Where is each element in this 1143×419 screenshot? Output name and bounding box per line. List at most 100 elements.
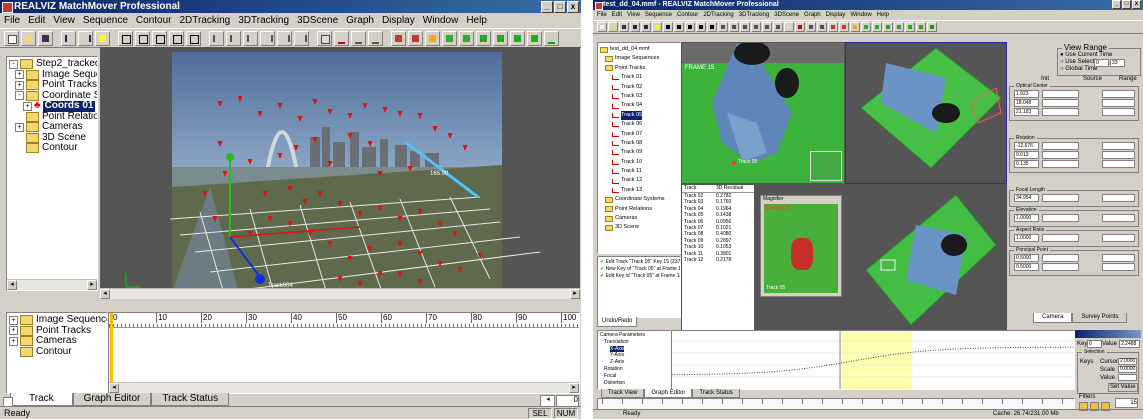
tree-item-cameras[interactable]: + Cameras <box>9 121 95 133</box>
tab-track-status[interactable]: Track Status <box>692 389 740 398</box>
close-button[interactable]: x <box>567 1 579 13</box>
cube-icon[interactable] <box>476 30 491 46</box>
source-field[interactable] <box>1042 160 1079 168</box>
tree-item-track[interactable]: Track 13 <box>600 186 680 195</box>
value-field[interactable]: 0.135 <box>1014 160 1039 168</box>
source-field[interactable] <box>1042 99 1079 107</box>
camera-icon[interactable] <box>408 30 423 46</box>
value-field[interactable]: 1.923 <box>1014 90 1039 98</box>
menu-window[interactable]: Window <box>423 15 459 26</box>
toolbar-button-icon[interactable] <box>872 22 882 32</box>
curve-tree-item[interactable]: Z-Axis <box>600 359 670 366</box>
source-field[interactable] <box>1042 234 1079 242</box>
tree-item-contour[interactable]: Contour <box>9 142 95 154</box>
tab-survey-points[interactable]: Survey Points <box>1072 313 1128 323</box>
toolbar-button-icon[interactable] <box>751 22 761 32</box>
toolbar-button-icon[interactable] <box>685 22 695 32</box>
column-header-residual[interactable]: 3D Residual <box>716 185 743 192</box>
toolbar-button-icon[interactable] <box>597 22 607 32</box>
toolbar-button-icon[interactable] <box>883 22 893 32</box>
layout-grid-icon[interactable] <box>186 30 201 46</box>
maximize-button[interactable]: □ <box>1122 0 1131 9</box>
toolbar-button-icon[interactable] <box>663 22 673 32</box>
toolbar-button-icon[interactable] <box>729 22 739 32</box>
range-to-field[interactable]: 33 <box>1110 59 1125 67</box>
tree-item-coordinate-systems[interactable]: Coordinate Systems <box>600 195 680 204</box>
value-field[interactable]: 0.5000 <box>1014 254 1039 262</box>
toolbar-button-icon[interactable] <box>916 22 926 32</box>
source-field[interactable] <box>1042 194 1079 202</box>
radio-use-current-time[interactable]: ● Use Current Time <box>1060 52 1112 59</box>
range-field[interactable] <box>1102 214 1135 222</box>
menu-edit[interactable]: Edit <box>28 15 45 26</box>
source-field[interactable] <box>1042 151 1079 159</box>
tree-item-track[interactable]: Track 09 <box>600 148 680 157</box>
curve-tree-item[interactable]: Camera Parameters <box>600 332 670 339</box>
set-value-button[interactable]: Set Value <box>1108 383 1138 392</box>
range-field[interactable] <box>1102 234 1135 242</box>
perspective-viewport[interactable] <box>845 42 1007 184</box>
toolbar-button-icon[interactable] <box>696 22 706 32</box>
cone-icon[interactable] <box>442 30 457 46</box>
torus-icon[interactable] <box>527 30 542 46</box>
range-field[interactable] <box>1102 99 1135 107</box>
tab-undo-redo[interactable]: Undo/Redo <box>597 317 638 327</box>
source-field[interactable] <box>1042 214 1079 222</box>
tree-item-cameras[interactable]: Cameras <box>600 214 680 223</box>
tree-item-point-tracks[interactable]: Point Tracks <box>600 64 680 73</box>
value-field[interactable]: 21.183 <box>1014 108 1039 116</box>
prev-key-icon[interactable] <box>226 30 241 46</box>
source-field[interactable] <box>1042 90 1079 98</box>
key-field[interactable]: 0 <box>1087 340 1102 348</box>
sphere-icon[interactable] <box>493 30 508 46</box>
tree-item-point-relations[interactable]: Point Relations <box>600 205 680 214</box>
tab-graph-editor[interactable]: Graph Editor <box>72 393 152 406</box>
cursor-field[interactable]: 2.0000 <box>1118 358 1137 365</box>
tree-item-track[interactable]: Track 10 <box>600 158 680 167</box>
curve-tree-item[interactable]: X-Axis <box>600 345 670 353</box>
menu-help[interactable]: Help <box>466 15 487 26</box>
menu-edit[interactable]: Edit <box>612 12 622 18</box>
range-field[interactable] <box>1102 263 1135 271</box>
minimize-button[interactable]: _ <box>541 1 553 13</box>
layout-split-icon[interactable] <box>135 30 150 46</box>
column-header-track[interactable]: Track <box>682 185 716 192</box>
range-field[interactable] <box>1102 254 1135 262</box>
value-field[interactable]: 34.954 <box>1014 194 1039 202</box>
curve-tree-item[interactable]: Translation <box>600 339 670 346</box>
curve-tree-item[interactable]: Rotation <box>600 366 670 373</box>
bottom-tree-image-sequences[interactable]: +Image Sequences <box>9 314 107 326</box>
radio-global-time[interactable]: ○ Global Time <box>1060 66 1097 73</box>
cylinder-icon[interactable] <box>510 30 525 46</box>
toolbar-button-icon[interactable] <box>795 22 805 32</box>
help-icon[interactable] <box>95 30 110 46</box>
tree-item-track[interactable]: Track 02 <box>600 83 680 92</box>
value-field[interactable]: 1.0000 <box>1014 234 1039 242</box>
range-field[interactable] <box>1102 108 1135 116</box>
curve-tool-icon[interactable] <box>351 30 366 46</box>
tree-item-track[interactable]: Track 03 <box>600 92 680 101</box>
track-tool-icon[interactable] <box>317 30 332 46</box>
tree-item-test-dd-04-mmf[interactable]: test_dd_04.mmf <box>600 45 680 54</box>
toolbar-button-icon[interactable] <box>806 22 816 32</box>
value-field[interactable]: 0.013 <box>1014 151 1039 159</box>
toolbar-button-icon[interactable] <box>817 22 827 32</box>
timeline-scrollbar[interactable]: ◂ ▸ <box>109 382 579 393</box>
tab-track-status[interactable]: Track Status <box>151 393 230 406</box>
toolbar-button-icon[interactable] <box>762 22 772 32</box>
tab-graph-editor[interactable]: Graph Editor <box>644 389 693 398</box>
menu-file[interactable]: File <box>597 12 607 18</box>
menu-graph[interactable]: Graph <box>804 12 821 18</box>
last-frame-icon[interactable] <box>294 30 309 46</box>
toolbar-button-icon[interactable] <box>608 22 618 32</box>
menu-3dtracking[interactable]: 3DTracking <box>238 15 289 26</box>
toolbar-button-icon[interactable] <box>850 22 860 32</box>
tree-item-image-sequences[interactable]: Image Sequences <box>600 54 680 63</box>
tree-item-track[interactable]: Track 01 <box>600 73 680 82</box>
toolbar-button-icon[interactable] <box>630 22 640 32</box>
menu-contour[interactable]: Contour <box>677 12 698 18</box>
range-field[interactable] <box>1102 142 1135 150</box>
camera-viewport[interactable]: Track 05 FRAME 15 <box>681 42 845 184</box>
top-viewport[interactable] <box>845 184 1007 332</box>
val-field[interactable] <box>1118 374 1137 381</box>
